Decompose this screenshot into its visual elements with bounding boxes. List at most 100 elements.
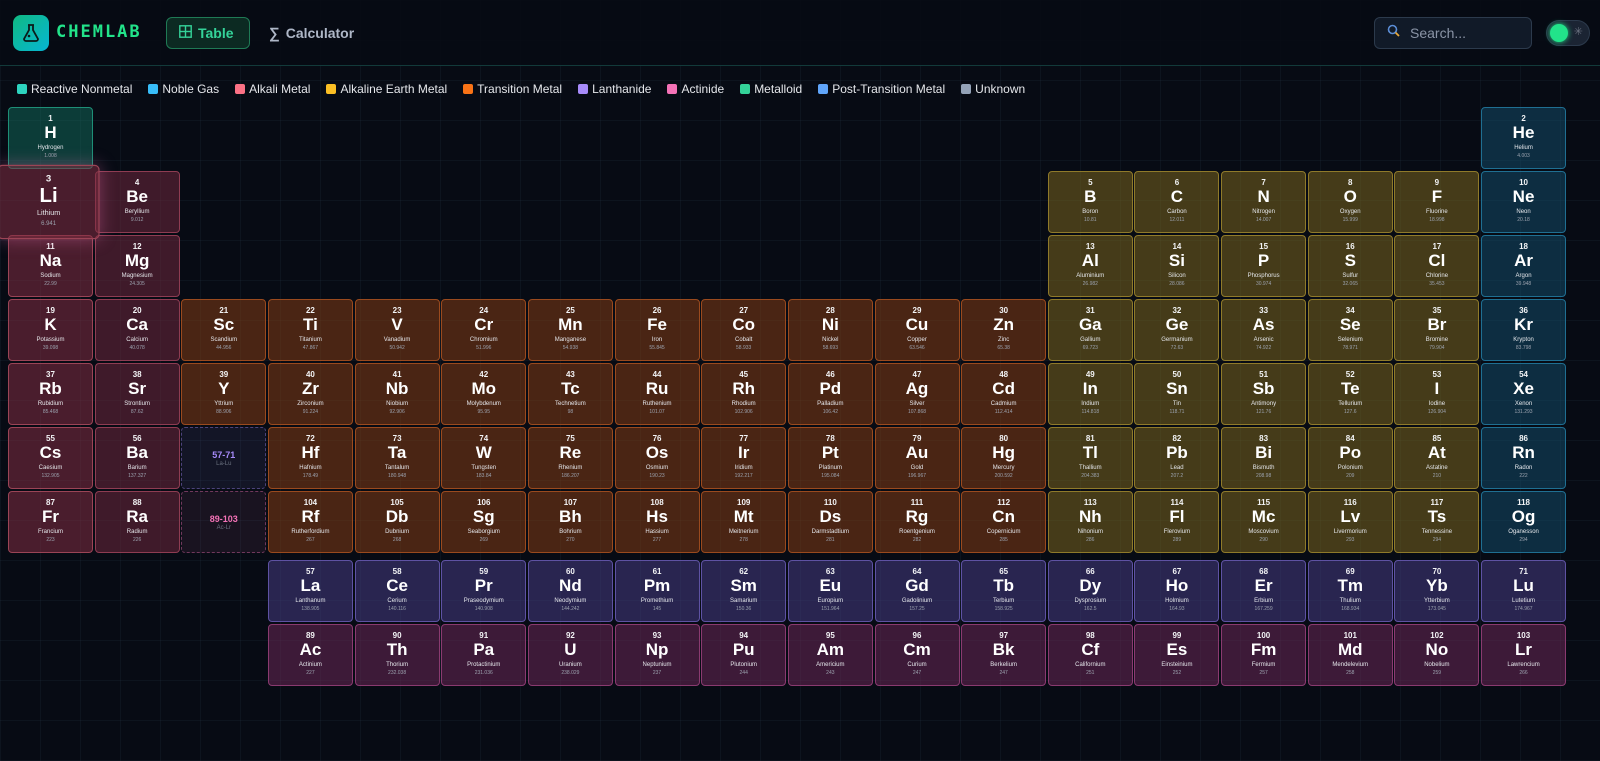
legend-item[interactable]: Alkali Metal xyxy=(235,82,310,96)
element-cell-u[interactable]: 92 U Uranium 238.029 xyxy=(527,624,613,686)
element-cell-tb[interactable]: 65 Tb Terbium 158.925 xyxy=(961,560,1047,622)
tab-table[interactable]: Table xyxy=(166,17,250,49)
element-cell-rh[interactable]: 45 Rh Rhodium 102.906 xyxy=(701,363,787,425)
element-cell-cu[interactable]: 29 Cu Copper 63.546 xyxy=(874,299,960,361)
element-cell-cr[interactable]: 24 Cr Chromium 51.996 xyxy=(441,299,527,361)
element-cell-ac[interactable]: 89 Ac Actinium 227 xyxy=(267,624,353,686)
element-cell-ce[interactable]: 58 Ce Cerium 140.116 xyxy=(354,560,440,622)
element-cell-ca[interactable]: 20 Ca Calcium 40.078 xyxy=(94,299,180,361)
element-cell-si[interactable]: 14 Si Silicon 28.086 xyxy=(1134,235,1220,297)
element-cell-cl[interactable]: 17 Cl Chlorine 35.453 xyxy=(1394,235,1480,297)
search-input[interactable] xyxy=(1408,24,1522,42)
element-cell-sr[interactable]: 38 Sr Strontium 87.62 xyxy=(94,363,180,425)
element-cell-he[interactable]: 2 He Helium 4.003 xyxy=(1481,107,1567,169)
search-box[interactable] xyxy=(1374,17,1532,49)
element-cell-ds[interactable]: 110 Ds Darmstadtium 281 xyxy=(787,491,873,553)
element-cell-ar[interactable]: 18 Ar Argon 39.948 xyxy=(1481,235,1567,297)
element-cell-tm[interactable]: 69 Tm Thulium 168.934 xyxy=(1307,560,1393,622)
element-cell-ba[interactable]: 56 Ba Barium 137.327 xyxy=(94,427,180,489)
element-cell-np[interactable]: 93 Np Neptunium 237 xyxy=(614,624,700,686)
theme-toggle[interactable]: ✳ xyxy=(1546,20,1590,46)
series-placeholder[interactable]: 89-103 Ac-Lr xyxy=(181,491,267,553)
element-cell-db[interactable]: 105 Db Dubnium 268 xyxy=(354,491,440,553)
element-cell-pt[interactable]: 78 Pt Platinum 195.084 xyxy=(787,427,873,489)
element-cell-br[interactable]: 35 Br Bromine 79.904 xyxy=(1394,299,1480,361)
element-cell-hf[interactable]: 72 Hf Hafnium 178.49 xyxy=(267,427,353,489)
element-cell-at[interactable]: 85 At Astatine 210 xyxy=(1394,427,1480,489)
element-cell-ni[interactable]: 28 Ni Nickel 58.693 xyxy=(787,299,873,361)
element-cell-er[interactable]: 68 Er Erbium 167.259 xyxy=(1221,560,1307,622)
element-cell-tl[interactable]: 81 Tl Thallium 204.383 xyxy=(1047,427,1133,489)
legend-item[interactable]: Transition Metal xyxy=(463,82,562,96)
element-cell-es[interactable]: 99 Es Einsteinium 252 xyxy=(1134,624,1220,686)
element-cell-gd[interactable]: 64 Gd Gadolinium 157.25 xyxy=(874,560,960,622)
element-cell-ta[interactable]: 73 Ta Tantalum 180.948 xyxy=(354,427,440,489)
element-cell-dy[interactable]: 66 Dy Dysprosium 162.5 xyxy=(1047,560,1133,622)
element-cell-sn[interactable]: 50 Sn Tin 118.71 xyxy=(1134,363,1220,425)
element-cell-re[interactable]: 75 Re Rhenium 186.207 xyxy=(527,427,613,489)
legend-item[interactable]: Post-Transition Metal xyxy=(818,82,945,96)
element-cell-p[interactable]: 15 P Phosphorus 30.974 xyxy=(1221,235,1307,297)
element-cell-rn[interactable]: 86 Rn Radon 222 xyxy=(1481,427,1567,489)
element-cell-te[interactable]: 52 Te Tellurium 127.6 xyxy=(1307,363,1393,425)
element-cell-bk[interactable]: 97 Bk Berkelium 247 xyxy=(961,624,1047,686)
element-cell-pb[interactable]: 82 Pb Lead 207.2 xyxy=(1134,427,1220,489)
element-cell-lr[interactable]: 103 Lr Lawrencium 266 xyxy=(1481,624,1567,686)
element-cell-ti[interactable]: 22 Ti Titanium 47.867 xyxy=(267,299,353,361)
element-cell-fr[interactable]: 87 Fr Francium 223 xyxy=(8,491,93,553)
element-cell-cn[interactable]: 112 Cn Copernicium 285 xyxy=(961,491,1047,553)
element-cell-tc[interactable]: 43 Tc Technetium 98 xyxy=(527,363,613,425)
element-cell-c[interactable]: 6 C Carbon 12.011 xyxy=(1134,171,1220,233)
element-cell-rg[interactable]: 111 Rg Roentgenium 282 xyxy=(874,491,960,553)
element-cell-am[interactable]: 95 Am Americium 243 xyxy=(787,624,873,686)
element-cell-fm[interactable]: 100 Fm Fermium 257 xyxy=(1221,624,1307,686)
element-cell-cm[interactable]: 96 Cm Curium 247 xyxy=(874,624,960,686)
element-cell-po[interactable]: 84 Po Polonium 209 xyxy=(1307,427,1393,489)
element-cell-pa[interactable]: 91 Pa Protactinium 231.036 xyxy=(441,624,527,686)
element-cell-co[interactable]: 27 Co Cobalt 58.933 xyxy=(701,299,787,361)
element-cell-la[interactable]: 57 La Lanthanum 138.905 xyxy=(267,560,353,622)
element-cell-na[interactable]: 11 Na Sodium 22.99 xyxy=(8,235,93,297)
legend-item[interactable]: Alkaline Earth Metal xyxy=(326,82,447,96)
element-cell-os[interactable]: 76 Os Osmium 190.23 xyxy=(614,427,700,489)
element-cell-no[interactable]: 102 No Nobelium 259 xyxy=(1394,624,1480,686)
element-cell-ga[interactable]: 31 Ga Gallium 69.723 xyxy=(1047,299,1133,361)
element-cell-yb[interactable]: 70 Yb Ytterbium 173.045 xyxy=(1394,560,1480,622)
element-cell-rf[interactable]: 104 Rf Rutherfordium 267 xyxy=(267,491,353,553)
element-cell-nh[interactable]: 113 Nh Nihonium 286 xyxy=(1047,491,1133,553)
element-cell-og[interactable]: 118 Og Oganesson 294 xyxy=(1481,491,1567,553)
element-cell-li[interactable]: 3 Li Lithium 6.941 xyxy=(0,164,100,240)
legend-item[interactable]: Unknown xyxy=(961,82,1025,96)
element-cell-lu[interactable]: 71 Lu Lutetium 174.967 xyxy=(1481,560,1567,622)
element-cell-h[interactable]: 1 H Hydrogen 1.008 xyxy=(8,107,93,169)
element-cell-mt[interactable]: 109 Mt Meitnerium 278 xyxy=(701,491,787,553)
element-cell-in[interactable]: 49 In Indium 114.818 xyxy=(1047,363,1133,425)
element-cell-b[interactable]: 5 B Boron 10.81 xyxy=(1047,171,1133,233)
element-cell-mc[interactable]: 115 Mc Moscovium 290 xyxy=(1221,491,1307,553)
element-cell-s[interactable]: 16 S Sulfur 32.065 xyxy=(1307,235,1393,297)
element-cell-sg[interactable]: 106 Sg Seaborgium 269 xyxy=(441,491,527,553)
element-cell-mg[interactable]: 12 Mg Magnesium 24.305 xyxy=(94,235,180,297)
element-cell-kr[interactable]: 36 Kr Krypton 83.798 xyxy=(1481,299,1567,361)
element-cell-nb[interactable]: 41 Nb Niobium 92.906 xyxy=(354,363,440,425)
legend-item[interactable]: Lanthanide xyxy=(578,82,651,96)
element-cell-cf[interactable]: 98 Cf Californium 251 xyxy=(1047,624,1133,686)
element-cell-nd[interactable]: 60 Nd Neodymium 144.242 xyxy=(527,560,613,622)
element-cell-v[interactable]: 23 V Vanadium 50.942 xyxy=(354,299,440,361)
series-placeholder[interactable]: 57-71 La-Lu xyxy=(181,427,267,489)
element-cell-pd[interactable]: 46 Pd Palladium 106.42 xyxy=(787,363,873,425)
element-cell-as[interactable]: 33 As Arsenic 74.922 xyxy=(1221,299,1307,361)
element-cell-n[interactable]: 7 N Nitrogen 14.007 xyxy=(1221,171,1307,233)
element-cell-i[interactable]: 53 I Iodine 126.904 xyxy=(1394,363,1480,425)
element-cell-mn[interactable]: 25 Mn Manganese 54.938 xyxy=(527,299,613,361)
element-cell-cs[interactable]: 55 Cs Caesium 132.905 xyxy=(8,427,93,489)
element-cell-eu[interactable]: 63 Eu Europium 151.964 xyxy=(787,560,873,622)
element-cell-th[interactable]: 90 Th Thorium 232.038 xyxy=(354,624,440,686)
element-cell-bh[interactable]: 107 Bh Bohrium 270 xyxy=(527,491,613,553)
element-cell-sm[interactable]: 62 Sm Samarium 150.36 xyxy=(701,560,787,622)
element-cell-ho[interactable]: 67 Ho Holmium 164.93 xyxy=(1134,560,1220,622)
element-cell-ru[interactable]: 44 Ru Ruthenium 101.07 xyxy=(614,363,700,425)
legend-item[interactable]: Noble Gas xyxy=(148,82,219,96)
element-cell-k[interactable]: 19 K Potassium 39.098 xyxy=(8,299,93,361)
element-cell-ir[interactable]: 77 Ir Iridium 192.217 xyxy=(701,427,787,489)
